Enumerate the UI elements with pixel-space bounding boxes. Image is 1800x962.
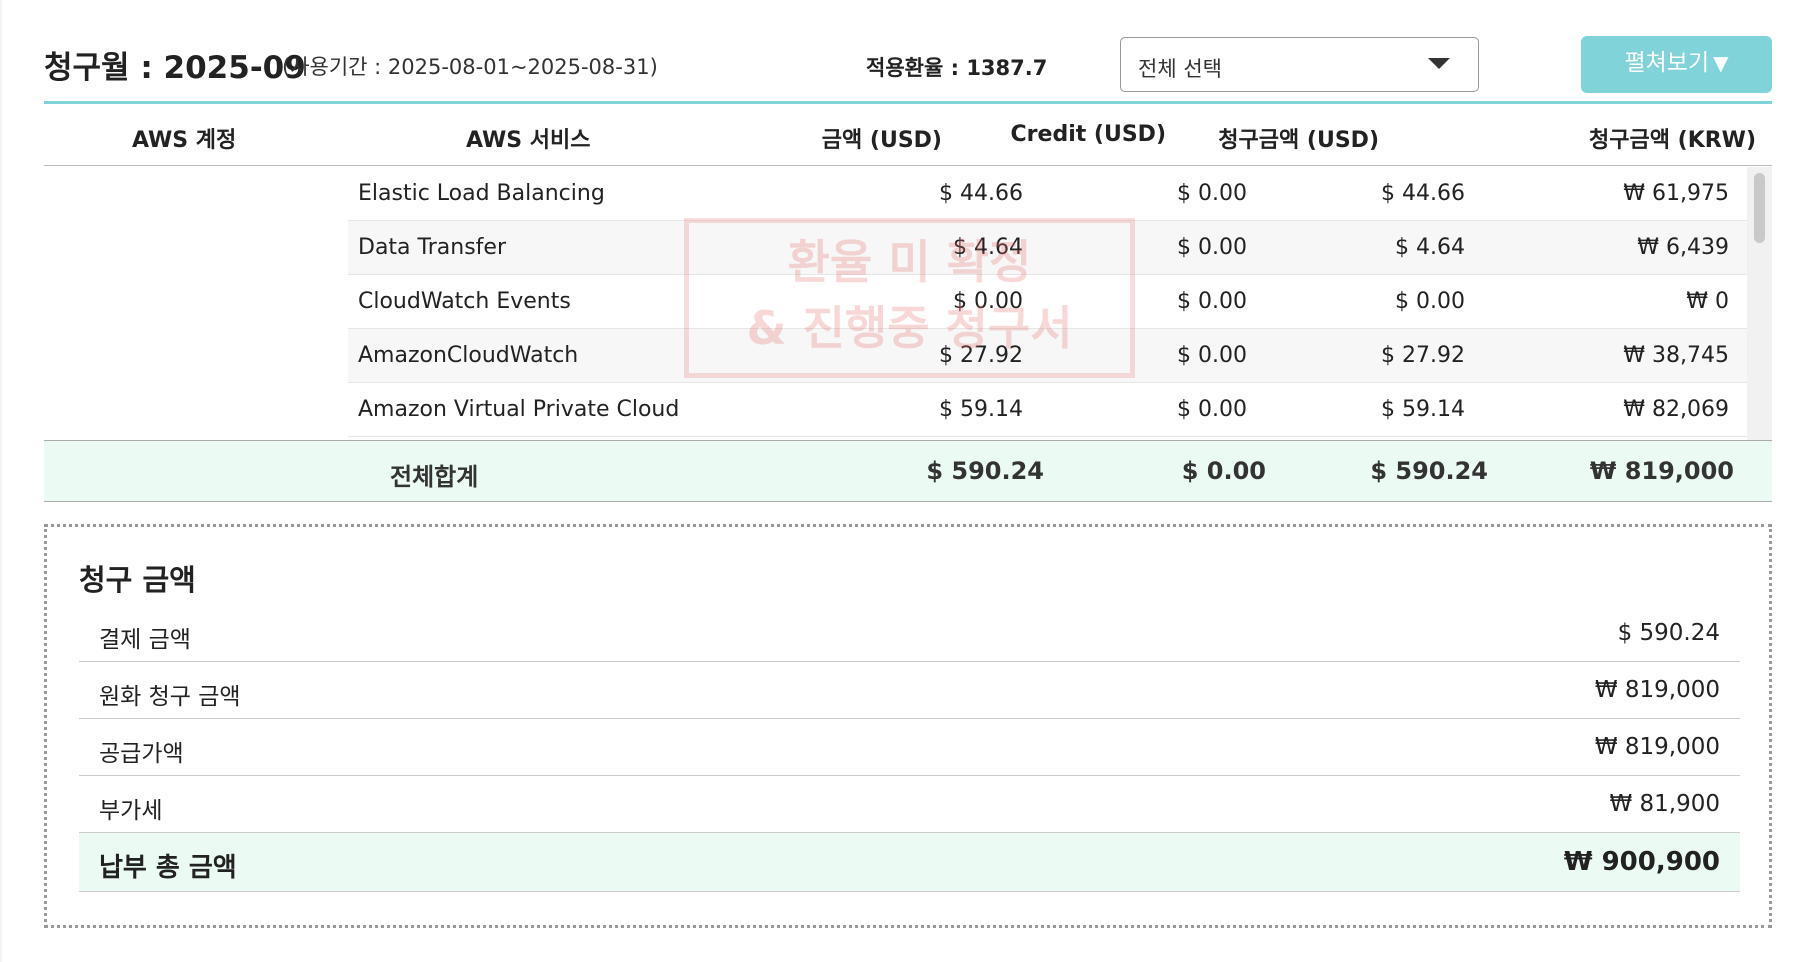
col-header-aws-account: AWS 계정 <box>132 128 237 153</box>
table-header: AWS 계정 AWS 서비스 금액 (USD) Credit (USD) 청구금… <box>44 104 1772 166</box>
summary-row-supply-value: 공급가액 ₩ 819,000 <box>79 719 1740 776</box>
cell-bill-krw: ₩ 82,069 <box>1623 397 1729 422</box>
account-select-value: 전체 선택 <box>1138 57 1222 81</box>
col-header-bill-krw: 청구금액 (KRW) <box>1589 128 1756 153</box>
summary-label: 공급가액 <box>99 741 184 767</box>
total-due-value: ₩ 900,900 <box>1563 847 1720 877</box>
col-header-credit: Credit (USD) <box>1010 122 1166 147</box>
cell-amount: $ 27.92 <box>939 343 1023 368</box>
cell-service: CloudWatch Events <box>358 289 571 314</box>
table-row: CloudWatch Events $ 0.00 $ 0.00 $ 0.00 ₩… <box>348 275 1747 329</box>
summary-label: 부가세 <box>99 798 163 824</box>
col-header-aws-service: AWS 서비스 <box>466 128 591 153</box>
grand-total-row: 전체합계 $ 590.24 $ 0.00 $ 590.24 ₩ 819,000 <box>44 440 1772 502</box>
summary-value: ₩ 81,900 <box>1609 791 1720 817</box>
summary-value: ₩ 819,000 <box>1594 677 1720 703</box>
cell-bill-usd: $ 44.66 <box>1381 181 1465 206</box>
exchange-rate-label: 적용환율 : <box>866 56 967 80</box>
cell-credit: $ 0.00 <box>1177 181 1247 206</box>
billing-month-title: 청구월 : 2025-09 <box>44 50 306 86</box>
cell-service: Data Transfer <box>358 235 506 260</box>
summary-row-vat: 부가세 ₩ 81,900 <box>79 776 1740 833</box>
summary-label: 결제 금액 <box>99 627 191 653</box>
cell-amount: $ 59.14 <box>939 397 1023 422</box>
table-row: Data Transfer $ 4.64 $ 0.00 $ 4.64 ₩ 6,4… <box>348 221 1747 275</box>
cell-credit: $ 0.00 <box>1177 343 1247 368</box>
cell-bill-krw: ₩ 0 <box>1686 289 1729 314</box>
summary-row-total-due: 납부 총 금액 ₩ 900,900 <box>79 833 1740 892</box>
grand-total-bill-usd: $ 590.24 <box>1370 457 1488 485</box>
summary-row-krw-bill: 원화 청구 금액 ₩ 819,000 <box>79 662 1740 719</box>
grand-total-bill-krw: ₩ 819,000 <box>1589 457 1734 485</box>
cell-credit: $ 0.00 <box>1177 289 1247 314</box>
cell-bill-krw: ₩ 61,975 <box>1623 181 1729 206</box>
table-body[interactable]: Elastic Load Balancing $ 44.66 $ 0.00 $ … <box>44 167 1772 440</box>
scrollbar-thumb[interactable] <box>1754 173 1765 243</box>
usage-period: (사용기간 : 2025-08-01~2025-08-31) <box>282 55 658 79</box>
cell-bill-usd: $ 0.00 <box>1395 289 1465 314</box>
caret-down-icon <box>1428 58 1450 69</box>
summary-value: $ 590.24 <box>1617 620 1720 646</box>
summary-value: ₩ 819,000 <box>1594 734 1720 760</box>
cell-bill-krw: ₩ 38,745 <box>1623 343 1729 368</box>
summary-row-payment: 결제 금액 $ 590.24 <box>79 605 1740 662</box>
total-due-label: 납부 총 금액 <box>99 853 237 883</box>
cell-amount: $ 0.00 <box>953 289 1023 314</box>
cell-amount: $ 44.66 <box>939 181 1023 206</box>
expand-button-label: 펼쳐보기 <box>1624 50 1710 76</box>
exchange-rate: 적용환율 : 1387.7 <box>866 52 1047 82</box>
col-header-bill-usd: 청구금액 (USD) <box>1218 128 1379 153</box>
grand-total-label: 전체합계 <box>390 463 479 491</box>
cell-bill-usd: $ 59.14 <box>1381 397 1465 422</box>
cell-service: Elastic Load Balancing <box>358 181 605 206</box>
account-select[interactable]: 전체 선택 <box>1120 37 1479 92</box>
cell-service: AmazonCloudWatch <box>358 343 579 368</box>
summary-label: 원화 청구 금액 <box>99 684 241 710</box>
billing-page: 청구월 : 2025-09 (사용기간 : 2025-08-01~2025-08… <box>2 0 1800 962</box>
expand-button[interactable]: 펼쳐보기 ▼ <box>1581 36 1772 93</box>
grand-total-amount: $ 590.24 <box>926 457 1044 485</box>
billing-header: 청구월 : 2025-09 (사용기간 : 2025-08-01~2025-08… <box>44 32 1772 96</box>
exchange-rate-value: 1387.7 <box>966 56 1048 80</box>
cell-bill-krw: ₩ 6,439 <box>1637 235 1729 260</box>
cell-service: Amazon Virtual Private Cloud <box>358 397 680 422</box>
table-row: Elastic Load Balancing $ 44.66 $ 0.00 $ … <box>348 167 1747 221</box>
cell-amount: $ 4.64 <box>953 235 1023 260</box>
table-scrollbar[interactable] <box>1747 167 1772 440</box>
grand-total-credit: $ 0.00 <box>1181 457 1266 485</box>
summary-title: 청구 금액 <box>79 563 196 597</box>
cell-bill-usd: $ 27.92 <box>1381 343 1465 368</box>
triangle-down-icon: ▼ <box>1713 51 1729 75</box>
table-row: AmazonCloudWatch $ 27.92 $ 0.00 $ 27.92 … <box>348 329 1747 383</box>
cell-credit: $ 0.00 <box>1177 235 1247 260</box>
table-row: Amazon Virtual Private Cloud $ 59.14 $ 0… <box>348 383 1747 437</box>
cell-bill-usd: $ 4.64 <box>1395 235 1465 260</box>
billing-summary: 청구 금액 결제 금액 $ 590.24 원화 청구 금액 ₩ 819,000 … <box>44 524 1772 928</box>
col-header-amount: 금액 (USD) <box>821 128 942 153</box>
cell-credit: $ 0.00 <box>1177 397 1247 422</box>
